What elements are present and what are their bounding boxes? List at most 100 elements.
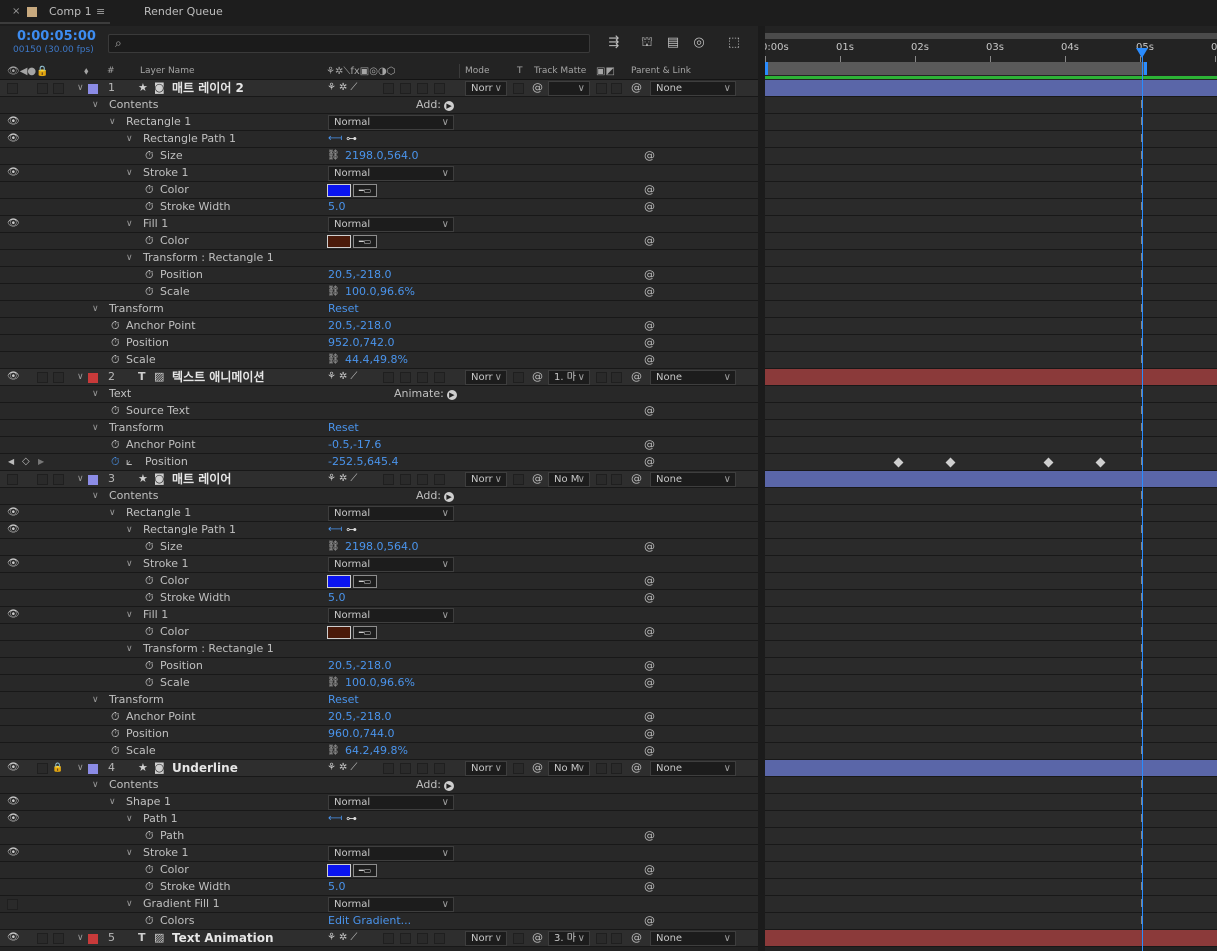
switch-box[interactable] [417,83,428,94]
expression-pickwhip-icon[interactable]: @ [644,318,655,335]
blend-mode-dropdown[interactable]: Normal ∨ [328,115,454,130]
stopwatch-icon[interactable]: ⏱ [111,743,120,760]
property-value[interactable]: 5.0 [328,879,346,896]
blend-mode-dropdown[interactable]: Normal ∨ [328,557,454,572]
stopwatch-icon[interactable]: ⏱ [145,913,154,930]
chevron-down-icon[interactable]: ∨ [126,216,133,233]
chevron-down-icon[interactable]: ∨ [92,777,99,794]
reset-link[interactable]: Edit Gradient... [328,913,411,930]
switch-box[interactable] [400,933,411,944]
eye-icon[interactable]: 👁 [7,930,20,947]
expression-pickwhip-icon[interactable]: @ [644,743,655,760]
layer-name[interactable]: 텍스트 애니메이션 [172,369,265,386]
video-switch[interactable] [7,899,18,910]
switch-box[interactable] [383,763,394,774]
property-row[interactable]: ⏱ Anchor Point 20.5,-218.0 @ [0,318,758,335]
expression-pickwhip-icon[interactable]: @ [644,233,655,250]
property-row[interactable]: ∨ Contents Add: ▶ [0,488,758,505]
lock-icon[interactable]: 🔒 [52,760,63,777]
keyframe[interactable] [893,457,903,468]
expression-pickwhip-icon[interactable]: @ [644,658,655,675]
property-value[interactable]: 20.5,-218.0 [328,267,391,284]
lock-switch[interactable] [53,83,64,94]
property-row[interactable]: 👁 ∨ Rectangle 1 Normal ∨ [0,505,758,522]
link-icon[interactable]: ⛓ [327,743,340,760]
stopwatch-icon[interactable]: ⏱ [111,437,120,454]
layer-switches[interactable]: ⚘✲⟋ [327,471,360,488]
layer-name[interactable]: 매트 레이어 [172,471,231,488]
property-row[interactable]: ∨ Gradient Fill 1 Normal ∨ [0,896,758,913]
property-row[interactable]: ⏱ Color ━▭ @ [0,182,758,199]
solo-switch[interactable] [37,474,48,485]
property-row[interactable]: ⏱ Color ━▭ @ [0,624,758,641]
label-color[interactable] [88,373,98,383]
chevron-down-icon[interactable]: ∨ [109,114,116,131]
eye-icon[interactable]: 👁 [7,505,20,522]
preserve-transparency[interactable] [513,763,524,774]
property-row[interactable]: 👁 ∨ Rectangle Path 1 ⟻ ⊶ [0,522,758,539]
property-value[interactable]: -252.5,645.4 [328,454,398,471]
label-color[interactable] [88,84,98,94]
frame-blending-icon[interactable]: ▤ [664,34,682,52]
switch-box[interactable] [417,763,428,774]
eye-icon[interactable]: 👁 [7,131,20,148]
expression-pickwhip-icon[interactable]: @ [644,590,655,607]
color-swatch[interactable] [327,864,351,877]
property-row[interactable]: ⏱ Path @ [0,828,758,845]
link-icon[interactable]: ⛓ [327,148,340,165]
matte-link-icon[interactable]: @ [532,760,543,777]
path-direction-icon-2[interactable]: ⊶ [346,131,357,148]
timeline-panel[interactable]: 0:00s01s02s03s04s05s06 IIIIIIIIIIIIIIIII… [765,26,1217,951]
property-row[interactable]: ⏱ Stroke Width 5.0 @ [0,879,758,896]
layer-row[interactable]: 👁 ∨ 2 T ▨ 텍스트 애니메이션 ⚘✲⟋ Norr ∨ @1. 마 ∨ @ None ∨ [0,369,758,386]
chevron-down-icon[interactable]: ∨ [126,131,133,148]
expression-pickwhip-icon[interactable]: @ [644,913,655,930]
chevron-down-icon[interactable]: ∨ [126,522,133,539]
link-icon[interactable]: ⛓ [327,675,340,692]
eye-icon[interactable]: 👁 [7,794,20,811]
property-row[interactable]: 👁 ∨ Stroke 1 Normal ∨ [0,845,758,862]
property-row[interactable]: ⏱ Anchor Point 20.5,-218.0 @ [0,709,758,726]
property-row[interactable]: 👁 ∨ Stroke 1 Normal ∨ [0,556,758,573]
chevron-down-icon[interactable]: ∨ [126,641,133,658]
switch-box[interactable] [417,474,428,485]
stopwatch-icon[interactable]: ⏱ [145,148,154,165]
switch-box[interactable] [383,83,394,94]
eye-icon[interactable]: 👁 [7,522,20,539]
property-value[interactable]: 960.0,744.0 [328,726,394,743]
expression-pickwhip-icon[interactable]: @ [644,573,655,590]
matte-alpha-switch[interactable] [596,474,607,485]
switch-box[interactable] [417,933,428,944]
path-direction-icon-2[interactable]: ⊶ [346,522,357,539]
eyedropper-icon[interactable]: ━▭ [353,626,377,639]
keyframe[interactable] [1095,457,1106,468]
layer-row[interactable]: ∨ 1 ★ ◙ 매트 레이어 2 ⚘✲⟋ Norr ∨ @ ∨ @ None ∨ [0,80,758,97]
expression-pickwhip-icon[interactable]: @ [644,709,655,726]
path-direction-icon[interactable]: ⟻ [328,522,342,539]
layer-row[interactable]: ∨ 3 ★ ◙ 매트 레이어 ⚘✲⟋ Norr ∨ @ No M ∨ @ None ∨ [0,471,758,488]
property-row[interactable]: 👁 ∨ Fill 1 Normal ∨ [0,216,758,233]
layer-switches[interactable]: ⚘✲⟋ [327,80,360,97]
expression-pickwhip-icon[interactable]: @ [644,403,655,420]
track-matte-dropdown[interactable]: 1. 마 ∨ [548,370,590,385]
keyframe[interactable] [945,457,956,468]
property-value[interactable]: 20.5,-218.0 [328,318,391,335]
switch-box[interactable] [434,763,445,774]
layer-name[interactable]: Underline [172,760,238,777]
current-time-display[interactable]: 0:00:05:00 [17,29,96,44]
solo-switch[interactable] [37,83,48,94]
property-row[interactable]: ⏱ Position 20.5,-218.0 @ [0,658,758,675]
stopwatch-icon[interactable]: ⏱ [145,675,154,692]
parent-dropdown[interactable]: None ∨ [650,81,736,96]
add-button[interactable]: Add: ▶ [416,97,455,114]
mode-dropdown[interactable]: Norr ∨ [465,370,507,385]
expression-pickwhip-icon[interactable]: @ [644,267,655,284]
chevron-down-icon[interactable]: ∨ [77,760,84,777]
expression-pickwhip-icon[interactable]: @ [644,182,655,199]
chevron-down-icon[interactable]: ∨ [92,97,99,114]
eye-icon[interactable]: 👁 [7,760,20,777]
preserve-transparency[interactable] [513,372,524,383]
blend-mode-dropdown[interactable]: Normal ∨ [328,608,454,623]
pickwhip-icon[interactable]: @ [631,760,642,777]
property-value[interactable]: 100.0,96.6% [345,284,415,301]
